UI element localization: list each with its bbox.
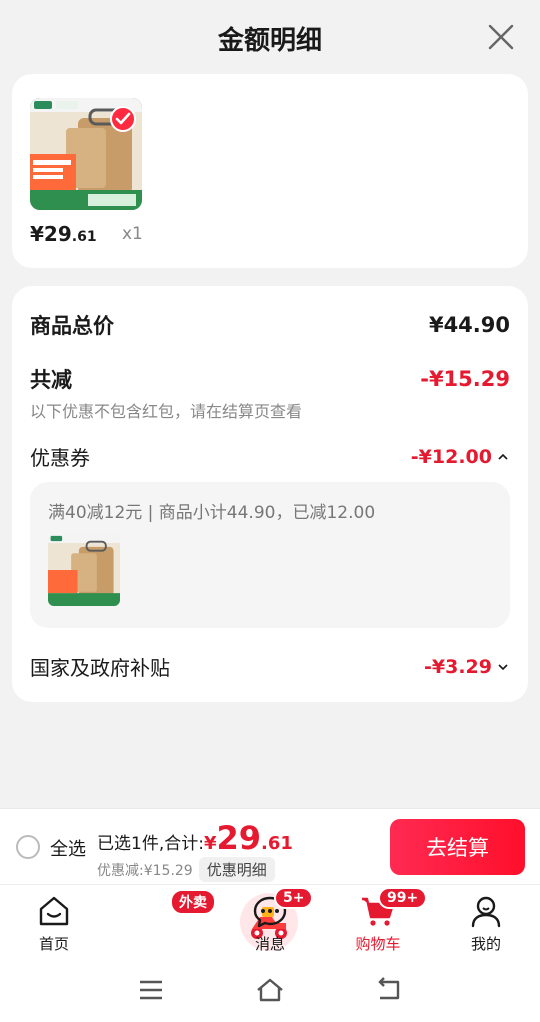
- sum-currency: ¥: [203, 833, 217, 854]
- user-icon: [471, 896, 501, 928]
- total-label: 商品总价: [30, 314, 114, 338]
- tab-waimai[interactable]: 外卖: [108, 885, 298, 961]
- tab-messages-label: 消息: [254, 935, 285, 953]
- home-icon: [39, 896, 69, 926]
- product-card: ¥ 29 .61 x1: [12, 74, 528, 268]
- product-thumbnail[interactable]: [30, 98, 142, 210]
- cutting-board-image: [48, 534, 120, 606]
- reduce-note: 以下优惠不包含红包，请在结算页查看: [30, 402, 303, 421]
- amount-detail-sheet: 金额明细 ¥ 29 .61 x1 商品总价 ¥44.90 共减 -¥15.29 …: [0, 0, 540, 808]
- price-decimal: .61: [71, 229, 97, 245]
- select-all-radio[interactable]: [16, 835, 40, 859]
- subsidy-value-group: -¥3.29: [424, 656, 510, 678]
- chevron-up-icon: [498, 453, 508, 460]
- coupon-detail-box: 满40减12元 | 商品小计44.90，已减12.00: [30, 482, 510, 628]
- select-all-label[interactable]: 全选: [50, 835, 86, 861]
- messages-badge: 5+: [274, 887, 314, 909]
- back-icon[interactable]: [374, 976, 404, 1004]
- bottom-tab-bar: 首页 外卖 消息 5+ 购物车 99+ 我的: [0, 884, 540, 960]
- checkout-bar: 全选 已选1件,合计: ¥ 29 .61 优惠减:¥15.29 优惠明细 去结算: [0, 808, 540, 884]
- coupon-value-group: -¥12.00: [411, 446, 510, 468]
- subsidy-value: -¥3.29: [424, 655, 492, 678]
- product-price: ¥ 29 .61: [30, 222, 97, 246]
- close-button[interactable]: [486, 22, 516, 52]
- coupon-description: 满40减12元 | 商品小计44.90，已减12.00: [48, 503, 376, 523]
- discount-detail-button[interactable]: 优惠明细: [198, 857, 275, 882]
- system-navigation-bar: [0, 960, 540, 1022]
- tab-messages[interactable]: 消息 5+: [216, 885, 324, 961]
- total-row: 商品总价 ¥44.90: [30, 310, 510, 340]
- subsidy-label: 国家及政府补贴: [30, 656, 170, 680]
- tab-profile[interactable]: 我的: [432, 885, 540, 961]
- tab-cart-label: 购物车: [355, 935, 401, 953]
- tab-home[interactable]: 首页: [0, 885, 108, 961]
- discount-note: 优惠减:¥15.29: [97, 862, 193, 879]
- discount-summary: 优惠减:¥15.29 优惠明细: [97, 857, 275, 882]
- coupon-label: 优惠券: [30, 446, 90, 470]
- price-currency: ¥: [30, 222, 44, 246]
- coupon-row[interactable]: 优惠券 -¥12.00: [30, 442, 510, 471]
- cart-badge: 99+: [378, 887, 428, 909]
- chevron-down-icon: [498, 663, 508, 670]
- sum-decimal: .61: [261, 833, 293, 854]
- tab-profile-label: 我的: [470, 935, 501, 953]
- menu-icon[interactable]: [136, 976, 166, 1004]
- reduce-value: -¥15.29: [420, 367, 510, 391]
- coupon-product-thumbnail: [48, 534, 120, 606]
- selected-check-icon: [110, 106, 136, 132]
- waimai-badge: 外卖: [170, 889, 216, 915]
- sheet-title: 金额明细: [217, 26, 322, 56]
- price-integer: 29: [43, 222, 72, 246]
- close-icon: [488, 24, 514, 50]
- total-summary: 已选1件,合计: ¥ 29 .61: [97, 819, 293, 857]
- selected-count-label: 已选1件,合计:: [97, 834, 204, 854]
- price-detail-card: 商品总价 ¥44.90 共减 -¥15.29 以下优惠不包含红包，请在结算页查看…: [12, 286, 528, 702]
- total-value: ¥44.90: [428, 313, 510, 337]
- sum-integer: 29: [216, 819, 262, 857]
- tab-home-label: 首页: [38, 935, 69, 953]
- product-quantity: x1: [122, 224, 143, 244]
- reduce-label: 共减: [30, 368, 72, 392]
- tab-cart[interactable]: 购物车 99+: [324, 885, 432, 961]
- checkout-button[interactable]: 去结算: [390, 819, 525, 875]
- coupon-value: -¥12.00: [410, 445, 492, 468]
- reduce-row: 共减 -¥15.29: [30, 364, 510, 394]
- system-home-icon[interactable]: [255, 976, 285, 1004]
- subsidy-row[interactable]: 国家及政府补贴 -¥3.29: [30, 652, 510, 681]
